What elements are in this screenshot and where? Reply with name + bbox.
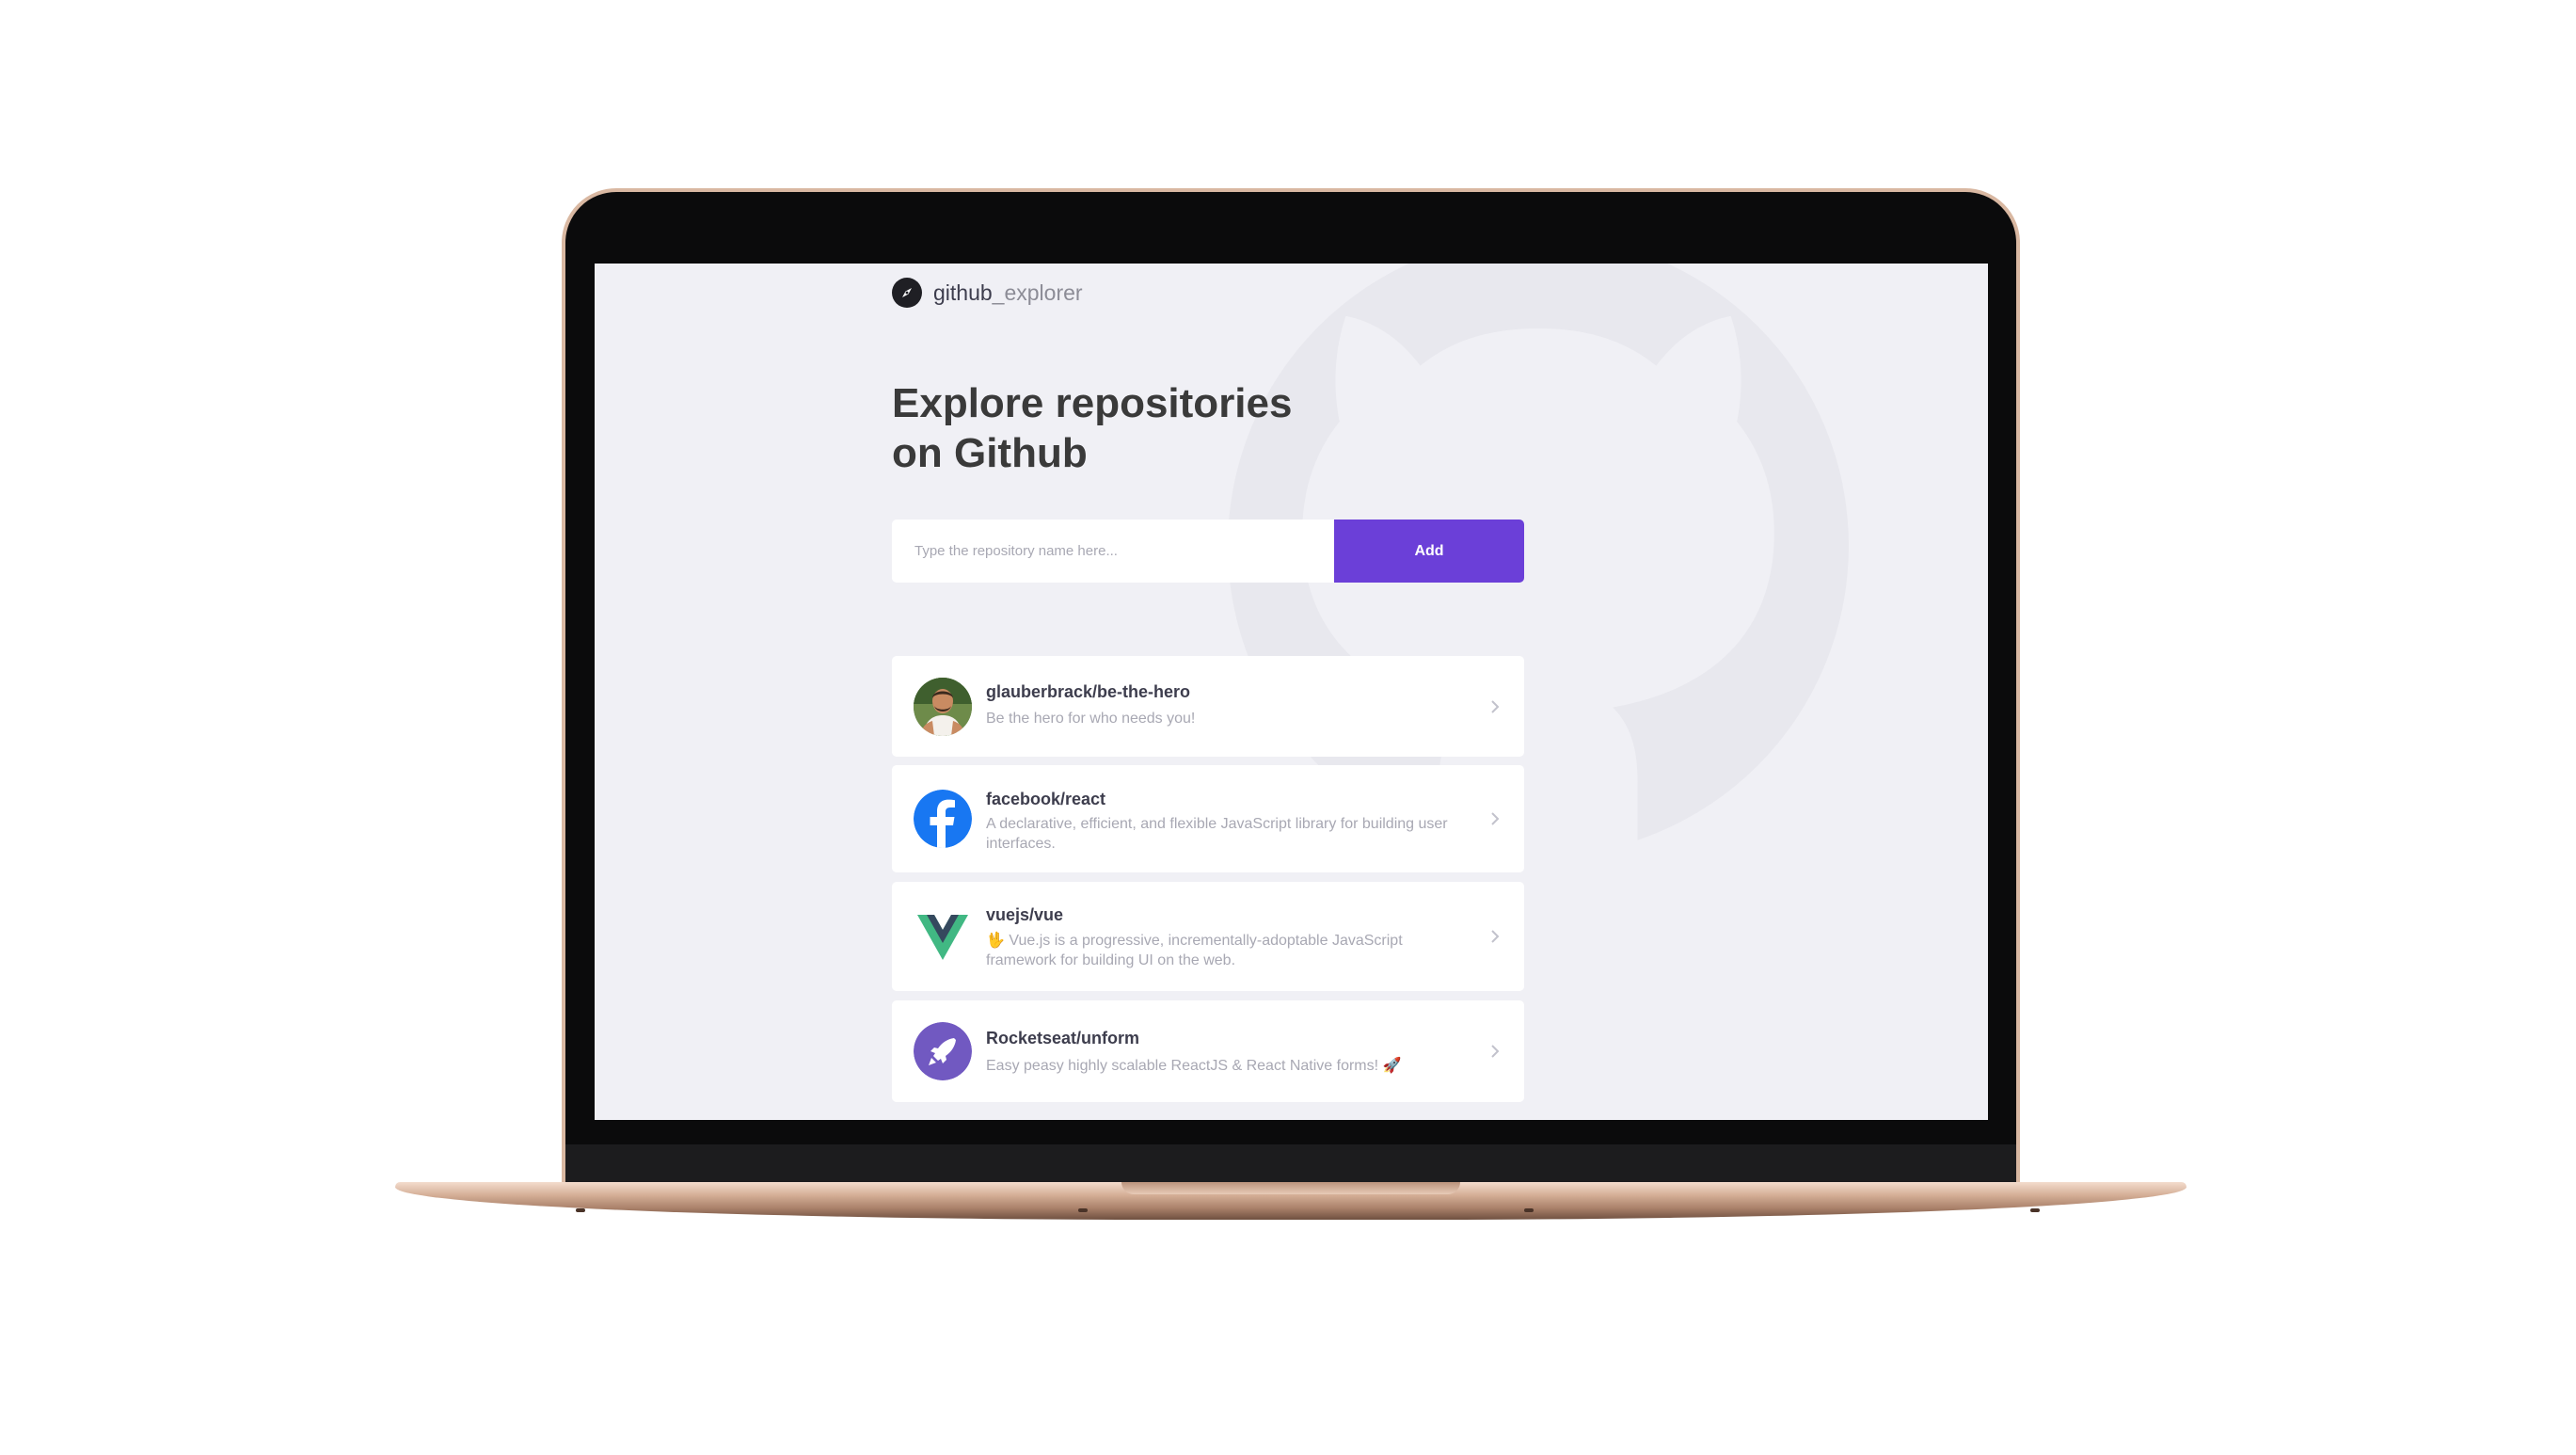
rocket-logo-icon xyxy=(914,1022,972,1080)
chevron-right-icon xyxy=(1491,930,1500,943)
repository-name: glauberbrack/be-the-hero xyxy=(986,682,1191,701)
chevron-right-icon xyxy=(1491,699,1500,713)
add-button[interactable]: Add xyxy=(1334,520,1524,583)
page-title-line1: Explore repositories xyxy=(892,380,1293,426)
chevron-right-icon xyxy=(1491,1045,1500,1058)
app-screen: github_explorer Explore repositories on … xyxy=(595,264,1988,1120)
repository-description: Easy peasy highly scalable ReactJS & Rea… xyxy=(986,1058,1402,1074)
repository-search-form: Add xyxy=(892,520,1524,583)
repository-name: vuejs/vue xyxy=(986,905,1064,924)
laptop-foot xyxy=(2030,1208,2040,1212)
repository-item[interactable]: Rocketseat/unform Easy peasy highly scal… xyxy=(892,1000,1524,1102)
repository-description: A declarative, efficient, and flexible J… xyxy=(986,816,1448,852)
laptop-foot xyxy=(1524,1208,1534,1212)
page-title-line2: on Github xyxy=(892,430,1088,476)
repository-name: Rocketseat/unform xyxy=(986,1029,1140,1047)
facebook-logo-icon xyxy=(914,790,972,848)
repository-name: facebook/react xyxy=(986,790,1106,808)
chevron-right-icon xyxy=(1491,812,1500,825)
repository-search-input[interactable] xyxy=(892,520,1334,583)
laptop-bezel-bottom xyxy=(565,1144,2016,1184)
user-avatar xyxy=(914,677,972,736)
repository-item[interactable]: facebook/react A declarative, efficient,… xyxy=(892,765,1524,872)
repository-item[interactable]: glauberbrack/be-the-hero Be the hero for… xyxy=(892,656,1524,757)
vue-logo-icon xyxy=(914,907,972,966)
app-brand[interactable]: github_explorer xyxy=(892,278,1083,308)
repository-description: Be the hero for who needs you! xyxy=(986,711,1196,727)
laptop-base-notch xyxy=(1121,1182,1460,1194)
page-title: Explore repositories on Github xyxy=(892,378,1362,478)
brand-suffix: _explorer xyxy=(992,280,1083,305)
compass-icon xyxy=(892,278,922,308)
laptop-foot xyxy=(576,1208,585,1212)
repository-description: 🖖 Vue.js is a progressive, incrementally… xyxy=(986,933,1403,968)
laptop-foot xyxy=(1078,1208,1088,1212)
brand-prefix: github xyxy=(933,280,993,305)
repository-item[interactable]: vuejs/vue 🖖 Vue.js is a progressive, inc… xyxy=(892,882,1524,991)
brand-name: github_explorer xyxy=(933,280,1083,306)
